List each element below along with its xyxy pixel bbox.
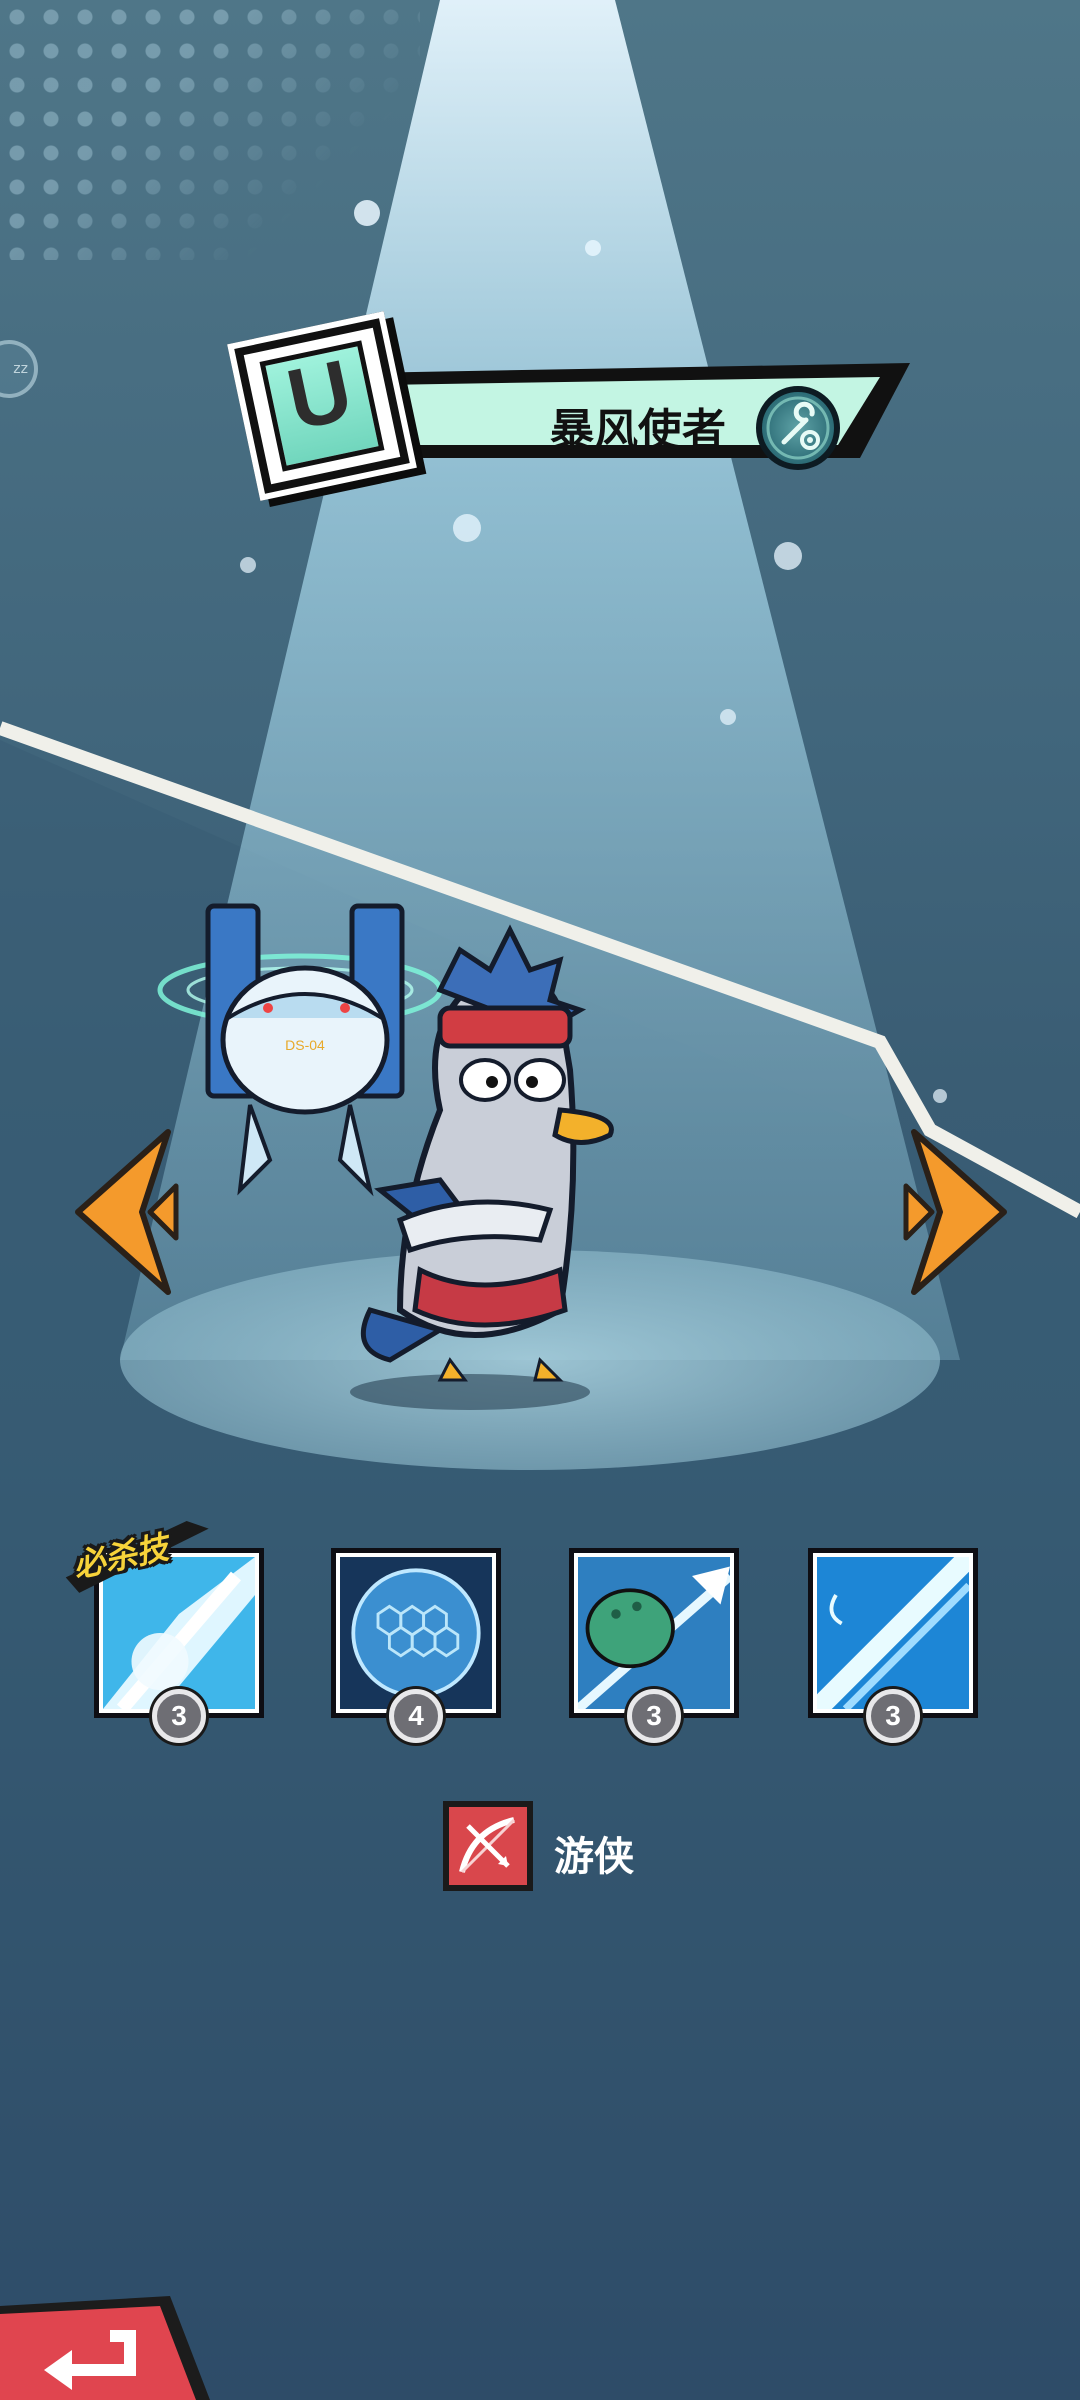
- drone-companion: DS-04: [157, 903, 443, 1197]
- skill-level-badge: 3: [866, 1689, 920, 1743]
- bow-class-icon: [443, 1801, 533, 1891]
- skill-slot-2[interactable]: 4: [331, 1548, 501, 1743]
- previous-hero-arrow[interactable]: [72, 1128, 182, 1298]
- skill-level-badge: 3: [627, 1689, 681, 1743]
- wrench-gear-icon[interactable]: [756, 386, 840, 470]
- skill-slot-3[interactable]: 3: [569, 1548, 739, 1743]
- svg-text:DS-04: DS-04: [285, 1037, 325, 1053]
- hero-character[interactable]: DS-04: [140, 890, 700, 1410]
- next-hero-arrow[interactable]: [900, 1128, 1010, 1298]
- rank-badge: U: [227, 311, 417, 501]
- skill-level-badge: 4: [389, 1689, 443, 1743]
- skill-slot-4[interactable]: 3: [808, 1548, 978, 1743]
- hero-name-banner: 暴风使者 U: [227, 311, 920, 508]
- skill-level-badge: 3: [152, 1689, 206, 1743]
- back-button[interactable]: [0, 2296, 210, 2400]
- hero-name: 暴风使者: [550, 405, 726, 456]
- class-label: 游侠: [554, 1834, 634, 1880]
- hero-class: 游侠: [442, 1800, 742, 1900]
- halftone-pattern: [0, 0, 420, 260]
- piercing-arrow-icon: [578, 1557, 730, 1709]
- wind-slash-icon: [817, 1557, 969, 1709]
- energy-sphere-icon: [340, 1557, 492, 1709]
